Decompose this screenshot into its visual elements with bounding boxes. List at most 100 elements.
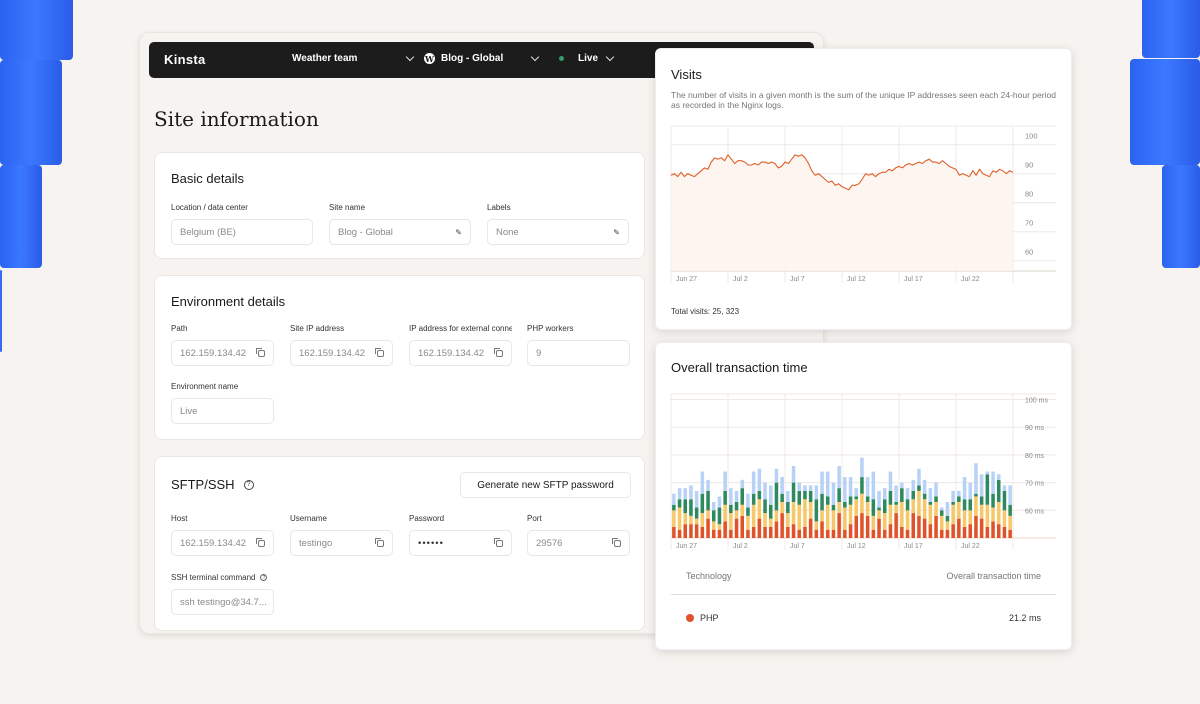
x-tick-label: Jul 17 xyxy=(904,276,923,283)
bar-segment xyxy=(848,477,853,497)
bar-segment xyxy=(672,510,676,527)
bar-segment xyxy=(1002,485,1007,491)
y-tick-label: 100 ms xyxy=(1025,398,1048,405)
site-selector[interactable]: W Blog - Global xyxy=(424,52,540,64)
bar-segment xyxy=(905,488,910,500)
username-input[interactable]: testingo xyxy=(290,530,393,556)
help-icon[interactable]: ? xyxy=(243,479,254,490)
bar-segment xyxy=(677,499,682,508)
wordpress-icon: W xyxy=(424,53,435,64)
bar-segment xyxy=(922,493,927,500)
labels-input[interactable]: None ✎ xyxy=(487,219,629,245)
field-value: Blog - Global xyxy=(338,226,393,238)
bar-segment xyxy=(922,499,927,519)
external-ip-field: IP address for external connections 162.… xyxy=(409,324,512,366)
bar-segment xyxy=(837,502,841,514)
field-label: Environment name xyxy=(171,382,239,391)
bar-segment xyxy=(1008,504,1012,516)
help-icon[interactable]: ? xyxy=(260,574,268,581)
team-selector[interactable]: Weather team xyxy=(292,52,415,64)
basic-details-card: Basic details Location / data center Bel… xyxy=(154,152,645,259)
field-value: None xyxy=(496,226,519,238)
bar-segment xyxy=(746,529,750,538)
visits-description: The number of visits in a given month is… xyxy=(671,90,1056,110)
y-tick-label: 60 xyxy=(1025,248,1033,257)
external-ip-input[interactable]: 162.159.134.42 xyxy=(409,340,512,366)
field-label: Path xyxy=(171,324,188,333)
field-value: testingo xyxy=(299,537,333,549)
bar-segment xyxy=(683,499,688,514)
y-tick-label: 100 xyxy=(1025,132,1038,141)
site-ip-input[interactable]: 162.159.134.42 xyxy=(290,340,393,366)
bar-segment xyxy=(746,493,750,508)
bar-segment xyxy=(814,485,819,500)
bar-segment xyxy=(768,485,773,505)
environment-name-input[interactable]: Live xyxy=(171,398,274,424)
site-name-input[interactable]: Blog - Global ✎ xyxy=(329,219,471,245)
technology-column-header: Technology xyxy=(686,571,732,581)
bar-segment xyxy=(837,513,841,538)
visits-chart: 100 90 80 70 60 Jun 27 Jul 2 Jul 7 Jul 12 Jul 17 J… xyxy=(670,125,1056,283)
copy-icon[interactable] xyxy=(256,347,265,357)
bar-segment xyxy=(985,526,990,538)
bar-segment xyxy=(723,471,727,491)
pencil-icon[interactable]: ✎ xyxy=(455,228,462,237)
bar-segment xyxy=(803,526,807,538)
copy-icon[interactable] xyxy=(375,537,384,547)
ssh-command-field: SSH terminal command ? ssh testingo@34.7… xyxy=(171,573,274,615)
pencil-icon[interactable]: ✎ xyxy=(613,228,620,237)
bar-segment xyxy=(694,518,699,525)
bar-segment xyxy=(734,502,739,511)
bar-segment xyxy=(985,474,990,505)
x-tick-label: Jul 22 xyxy=(961,543,980,550)
team-name: Weather team xyxy=(292,53,358,64)
password-input[interactable]: •••••• xyxy=(409,530,512,556)
generate-sftp-password-button[interactable]: Generate new SFTP password xyxy=(460,472,631,498)
bar-segment xyxy=(928,502,933,505)
copy-icon[interactable] xyxy=(612,537,621,547)
decorative-block xyxy=(0,165,42,268)
y-tick-label: 80 ms xyxy=(1025,453,1045,460)
field-label: Site name xyxy=(329,203,366,212)
kinsta-logo[interactable]: Kinsta xyxy=(164,52,206,67)
bar-segment xyxy=(808,485,813,491)
bar-segment xyxy=(962,499,967,511)
bar-segment xyxy=(689,499,693,516)
bar-segment xyxy=(962,526,967,538)
path-input[interactable]: 162.159.134.42 xyxy=(171,340,274,366)
environment-selector[interactable]: Live xyxy=(559,52,615,64)
bar-segment xyxy=(854,488,859,497)
copy-icon[interactable] xyxy=(375,347,384,357)
ssh-command-input[interactable]: ssh testingo@34.7... xyxy=(171,589,274,615)
field-value: Live xyxy=(180,405,198,417)
bar-segment xyxy=(803,485,807,491)
copy-icon[interactable] xyxy=(256,537,265,547)
bar-segment xyxy=(991,471,995,494)
decorative-block xyxy=(0,270,2,352)
bar-segment xyxy=(683,488,688,500)
bar-segment xyxy=(957,502,961,519)
environment-name-field: Environment name Live xyxy=(171,382,274,424)
host-input[interactable]: 162.159.134.42 xyxy=(171,530,274,556)
bar-segment xyxy=(751,493,756,505)
copy-icon[interactable] xyxy=(494,537,503,547)
bar-segment xyxy=(968,482,973,500)
x-tick-label: Jun 27 xyxy=(676,276,697,283)
bar-segment xyxy=(786,490,790,502)
field-label: Location / data center xyxy=(171,203,248,212)
port-input[interactable]: 29576 xyxy=(527,530,630,556)
bar-segment xyxy=(991,521,995,538)
bar-segment xyxy=(865,502,870,516)
copy-icon[interactable] xyxy=(494,347,503,357)
bar-segment xyxy=(871,471,876,500)
bar-segment xyxy=(991,493,995,508)
php-workers-input[interactable]: 9 xyxy=(527,340,630,366)
location-field: Location / data center Belgium (BE) xyxy=(171,203,313,245)
location-input[interactable]: Belgium (BE) xyxy=(171,219,313,245)
bar-segment xyxy=(979,474,984,497)
bar-segment xyxy=(763,513,767,527)
bar-segment xyxy=(711,521,716,530)
bar-segment xyxy=(683,524,688,538)
bar-segment xyxy=(831,504,836,511)
decorative-block xyxy=(0,60,62,165)
